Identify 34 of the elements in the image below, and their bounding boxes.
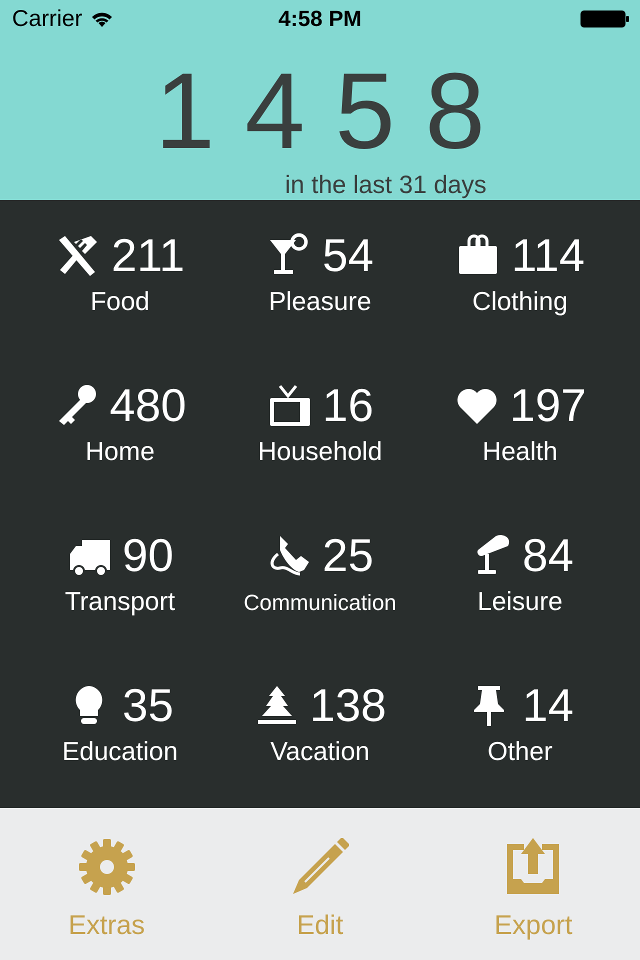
- category-count: 211: [111, 232, 185, 278]
- toolbar-button[interactable]: Export: [426, 808, 640, 960]
- category-count: 16: [322, 382, 374, 428]
- category-count: 35: [122, 682, 174, 728]
- toolbar-button[interactable]: Edit: [213, 808, 427, 960]
- category-label: Pleasure: [268, 286, 372, 317]
- category-label: Education: [62, 736, 178, 767]
- category-label: Other: [487, 736, 553, 767]
- category-label: Transport: [64, 586, 176, 617]
- battery-icon: [580, 8, 630, 28]
- category-label: Home: [85, 436, 155, 467]
- category-count: 480: [110, 382, 186, 428]
- category-label: Clothing: [472, 286, 568, 317]
- category-label: Health: [482, 436, 558, 467]
- category-label: Food: [90, 286, 150, 317]
- category-label: Household: [258, 436, 382, 467]
- period-caption: in the last 31 days: [285, 171, 487, 200]
- gear-icon: [78, 838, 136, 896]
- category-count: 138: [310, 682, 386, 728]
- category-count: 197: [510, 382, 586, 428]
- status-time: 4:58 PM: [278, 6, 362, 32]
- category-count: 90: [122, 532, 174, 578]
- toolbar-button[interactable]: Extras: [0, 808, 214, 960]
- carrier-name: Carrier: [12, 5, 82, 32]
- category-count: 25: [322, 532, 374, 578]
- category-count: 14: [522, 682, 574, 728]
- category-count: 54: [322, 232, 374, 278]
- category-label: Leisure: [477, 586, 563, 617]
- category-count: 84: [522, 532, 574, 578]
- category-count: 114: [511, 232, 585, 278]
- category-label: Vacation: [270, 736, 370, 767]
- total-count: 1458: [154, 57, 516, 165]
- pencil-icon: [290, 838, 349, 896]
- category-label: Communication: [244, 590, 396, 616]
